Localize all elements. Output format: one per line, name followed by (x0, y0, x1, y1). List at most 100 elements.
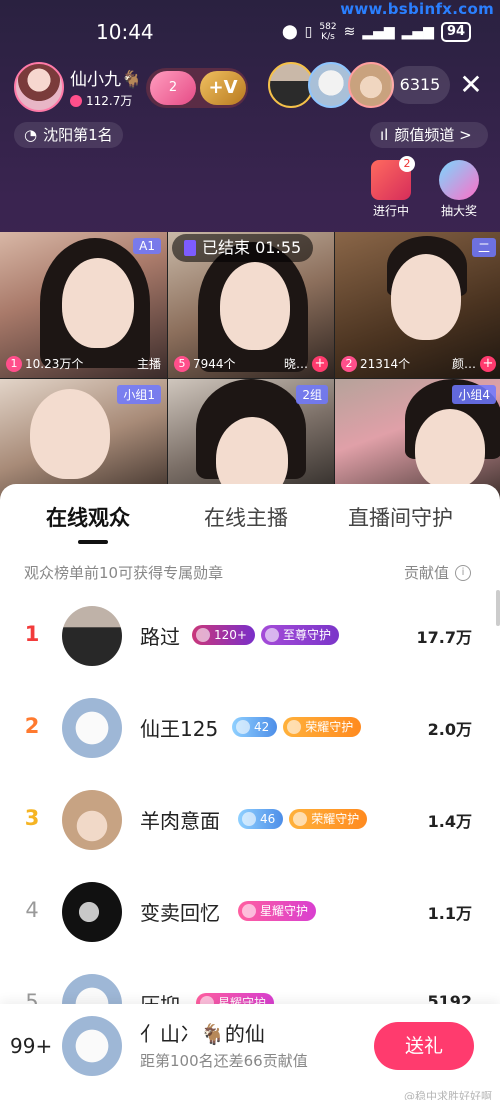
cell-tag: 二 (471, 238, 496, 257)
contribution-header-label: 贡献值 (404, 564, 450, 582)
cell-name: 晓… + (284, 355, 328, 372)
cell-rank: 2 (341, 355, 357, 372)
cell-count: 7944个 (193, 357, 236, 371)
bars-icon: ıl (380, 126, 389, 144)
heart-badge[interactable]: 2 (150, 71, 196, 105)
cell-gift-count: 5 7944个 (174, 355, 236, 372)
guard-badge: 至尊守护 (260, 625, 339, 645)
ranking-row[interactable]: 4 变卖回忆 星耀守护 1.1万 (0, 882, 500, 942)
tab-room-guard[interactable]: 直播间守护 (348, 502, 453, 532)
ranking-row[interactable]: 2 仙王125 42 荣耀守护 2.0万 (0, 698, 500, 758)
row-avatar[interactable] (62, 698, 122, 758)
host-avatar[interactable] (14, 62, 64, 112)
cell-face (391, 254, 461, 340)
level-badge: 120+ (192, 625, 255, 645)
channel-button[interactable]: ıl 颜值频道 > (370, 122, 488, 148)
in-progress-button[interactable]: 2 进行中 (368, 156, 415, 219)
tab-underline (78, 540, 108, 544)
status-icons: ⬤ ▯ 582 K/s ≋ ▂▄▆ ▂▄▆ 94 (282, 22, 472, 42)
cell-name-label: 晓… (283, 357, 308, 371)
video-grid: A1 1 10.23万个 主播 5 7944个 晓… + 二 2 21314个 … (0, 232, 500, 501)
top-viewers[interactable] (268, 62, 394, 108)
location-rank[interactable]: ◔ 沈阳第1名 (14, 122, 123, 148)
cell-rank: 1 (6, 355, 22, 372)
cell-rank: 5 (174, 355, 190, 372)
channel-label: 颜值频道 > (394, 126, 472, 144)
cell-count: 10.23万个 (25, 357, 84, 371)
close-button[interactable]: ✕ (456, 68, 486, 102)
lottery-icon (439, 160, 479, 200)
cell-tag: 2组 (296, 385, 328, 404)
site-watermark: www.bsbinfx.com (340, 0, 494, 18)
follow-plus-icon[interactable]: + (480, 355, 496, 372)
row-rank: 2 (24, 714, 40, 738)
timer-icon (184, 240, 196, 256)
lottery-button[interactable]: 抽大奖 (436, 160, 482, 219)
row-avatar[interactable] (62, 882, 122, 942)
follow-v-button[interactable]: +V (200, 71, 246, 105)
lottery-label: 抽大奖 (440, 204, 477, 218)
battery-indicator: 94 (440, 22, 472, 42)
pk-timer: 已结束 01:55 (172, 234, 314, 262)
ranking-row[interactable]: 1 路过 120+ 至尊守护 17.7万 (0, 606, 500, 666)
location-rank-label: 沈阳第1名 (43, 126, 113, 144)
cell-face (415, 409, 485, 489)
timer-label: 已结束 01:55 (202, 238, 302, 257)
row-avatar[interactable] (62, 606, 122, 666)
my-avatar[interactable] (62, 1016, 122, 1076)
video-cell-5[interactable]: 2组 (168, 379, 334, 501)
ranking-hint: 观众榜单前10可获得专属勋章 (24, 564, 224, 582)
cell-gift-count: 2 21314个 (341, 355, 410, 372)
follow-plus-icon[interactable]: + (312, 355, 328, 372)
contribution-header[interactable]: 贡献值 i (404, 562, 472, 583)
row-contribution: 1.1万 (427, 904, 472, 923)
row-name: 仙王125 (140, 717, 219, 741)
guard-badge: 荣耀守护 (283, 717, 362, 737)
weibo-watermark: @稳中求胜好好啊 (404, 1090, 492, 1100)
in-progress-label: 进行中 (372, 204, 409, 218)
wifi-icon: ≋ (343, 24, 356, 40)
location-icon: ⬤ (282, 24, 298, 40)
row-rank: 3 (24, 806, 40, 830)
vibrate-icon: ▯ (304, 24, 313, 40)
video-cell-6[interactable]: 小组4 (335, 379, 500, 501)
row-rank: 4 (25, 898, 39, 922)
cell-name-label: 主播 (136, 357, 161, 371)
clock-icon: ◔ (24, 126, 38, 144)
host-fans: 112.7万 (70, 92, 142, 109)
in-progress-badge: 2 (399, 156, 415, 172)
my-rank: 99+ (10, 1034, 53, 1058)
status-bar: 10:44 ⬤ ▯ 582 K/s ≋ ▂▄▆ ▂▄▆ 94 (0, 14, 500, 50)
row-badges: 46 荣耀守护 (238, 809, 368, 829)
row-contribution: 1.4万 (427, 812, 472, 831)
info-icon[interactable]: i (455, 564, 472, 581)
clock: 10:44 (96, 20, 154, 44)
video-cell-1[interactable]: A1 1 10.23万个 主播 (0, 232, 167, 378)
viewer-avatar-3[interactable] (348, 62, 394, 108)
level-badge: 42 (232, 717, 278, 737)
tab-online-hosts[interactable]: 在线主播 (204, 502, 288, 532)
guard-badge: 星耀守护 (238, 901, 317, 921)
video-cell-4[interactable]: 小组1 (0, 379, 167, 501)
send-gift-button[interactable]: 送礼 (374, 1022, 474, 1070)
network-speed: 582 K/s (319, 22, 337, 42)
signal-icon-1: ▂▄▆ (362, 24, 395, 40)
row-avatar[interactable] (62, 790, 122, 850)
follow-pill[interactable]: 2 +V (146, 68, 248, 108)
tab-online-audience[interactable]: 在线观众 (46, 502, 130, 532)
video-cell-3[interactable]: 二 2 21314个 颜… + (335, 232, 500, 378)
row-badges: 42 荣耀守护 (232, 717, 362, 737)
host-fans-count: 112.7万 (86, 94, 133, 108)
level-badge: 46 (238, 809, 284, 829)
cell-name: 主播 (137, 355, 161, 372)
in-progress-icon: 2 (371, 156, 415, 200)
ranking-row[interactable]: 3 羊肉意面 46 荣耀守护 1.4万 (0, 790, 500, 850)
host-info[interactable]: 仙小九🐐 112.7万 (14, 62, 142, 112)
viewer-count[interactable]: 6315 (390, 66, 450, 104)
cell-name: 颜… + (452, 355, 496, 372)
cell-face (30, 389, 110, 479)
rank-gap-text: 距第100名还差66贡献值 (140, 1052, 308, 1070)
row-name: 羊肉意面 (140, 809, 220, 833)
signal-icon-2: ▂▄▆ (401, 24, 434, 40)
cell-tag: A1 (133, 238, 161, 254)
